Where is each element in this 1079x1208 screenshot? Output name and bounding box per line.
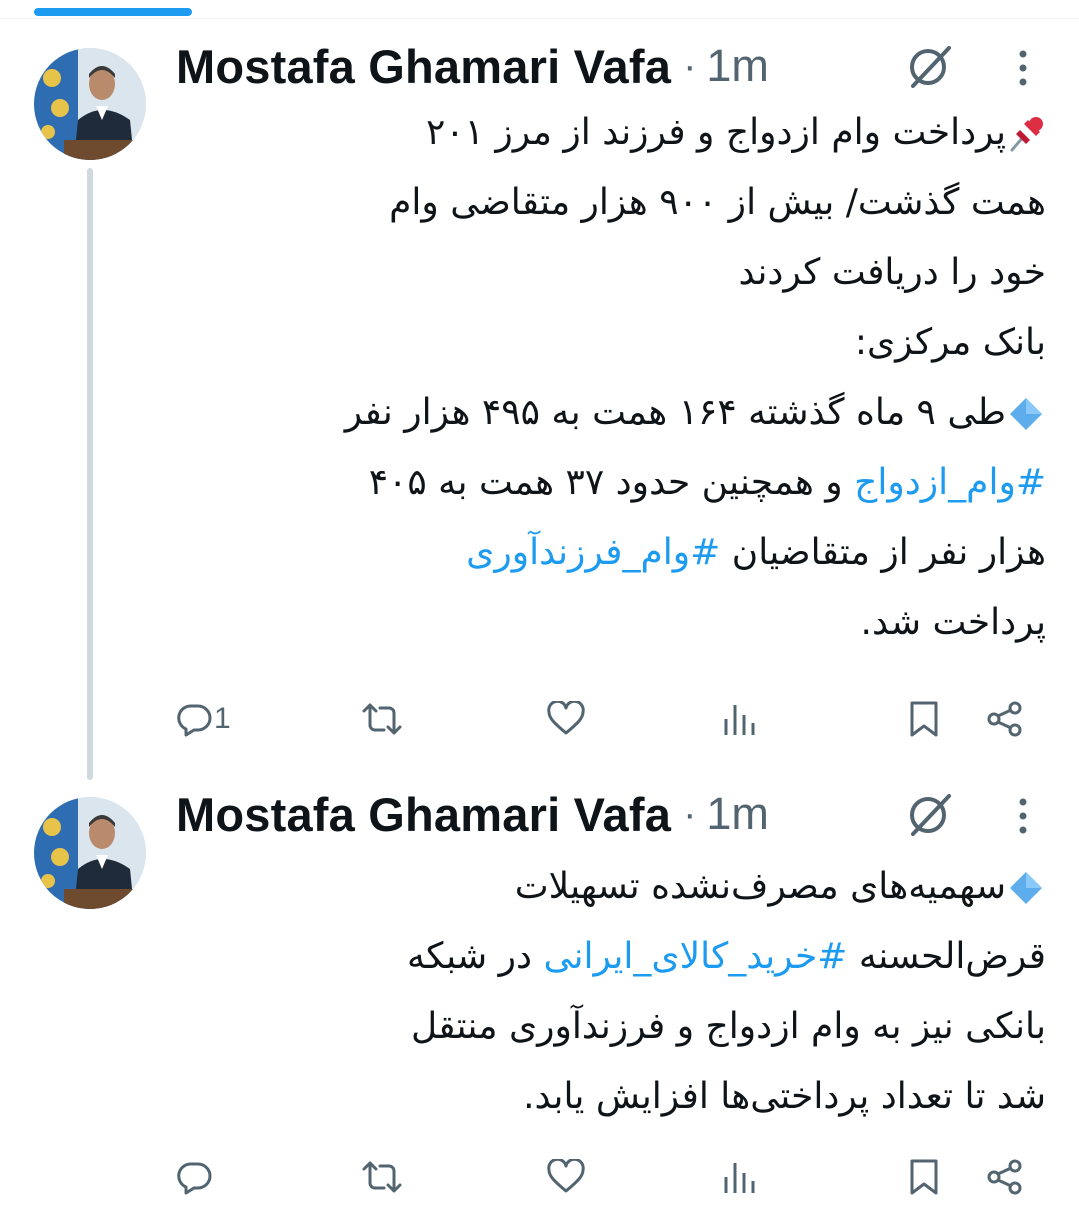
reply-icon [177, 704, 212, 737]
tweet-line: همت گذشت/ بیش از ۹۰۰ هزار متقاضی وام [389, 182, 1046, 223]
tweet-actions: 1 [176, 694, 1046, 744]
share-button[interactable] [986, 694, 1024, 744]
grok-icon[interactable] [905, 42, 955, 92]
tweet-line: شد تا تعداد پرداختی‌ها افزایش یابد. [523, 1076, 1046, 1117]
reply-icon [177, 1162, 212, 1195]
hashtag-link[interactable]: #خرید_کالای_ایرانی [544, 936, 848, 977]
tweet-line: خود را دریافت کردند [738, 252, 1046, 293]
tweet-header: Mostafa Ghamari Vafa · 1m [176, 36, 769, 96]
tweet-line: بانک مرکزی: [854, 322, 1046, 363]
more-icon[interactable] [1012, 46, 1034, 90]
tweet-text: سهمیه‌های مصرف‌نشده تسهیلات قرض‌الحسنه #… [176, 852, 1046, 1132]
retweet-button[interactable] [360, 1152, 404, 1202]
like-button[interactable] [546, 694, 586, 744]
blue-diamond-emoji [1010, 872, 1042, 904]
tweet-line: بانکی نیز به وام ازدواج و فرزندآوری منتق… [411, 1006, 1046, 1047]
tweet-line: هزار نفر از متقاضیان #وام_فرزندآوری [466, 532, 1046, 573]
retweet-button[interactable] [360, 694, 404, 744]
bookmark-button[interactable] [908, 694, 940, 744]
timestamp[interactable]: 1m [706, 788, 769, 840]
like-button[interactable] [546, 1152, 586, 1202]
active-tab-indicator [34, 8, 192, 16]
tweet-line: سهمیه‌های مصرف‌نشده تسهیلات [176, 852, 1046, 922]
bookmark-icon [910, 1159, 938, 1195]
views-button[interactable] [722, 694, 758, 744]
like-icon [547, 701, 585, 735]
share-icon [987, 1159, 1022, 1195]
tweet-actions [176, 1152, 1046, 1202]
separator-dot: · [683, 43, 697, 88]
avatar[interactable] [34, 797, 146, 909]
views-icon [724, 705, 755, 735]
tweet-line: پرداخت شد. [860, 602, 1046, 643]
share-icon [987, 701, 1022, 737]
reply-button[interactable]: 1 [176, 694, 231, 744]
separator-dot: · [683, 791, 697, 836]
bookmark-icon [910, 701, 938, 737]
avatar[interactable] [34, 48, 146, 160]
top-divider [0, 18, 1079, 19]
timestamp[interactable]: 1m [706, 40, 769, 92]
tweet-line: قرض‌الحسنه #خرید_کالای_ایرانی در شبکه [406, 936, 1046, 977]
views-icon [724, 1163, 755, 1193]
bookmark-button[interactable] [908, 1152, 940, 1202]
like-icon [547, 1159, 585, 1193]
tweet-text: پرداخت وام ازدواج و فرزند از مرز ۲۰۱ همت… [176, 98, 1046, 658]
hashtag-link[interactable]: #وام_فرزندآوری [466, 532, 720, 573]
hashtag-link[interactable]: #وام_ازدواج [854, 462, 1046, 503]
tweet-line: #وام_ازدواج و همچنین حدود ۳۷ همت به ۴۰۵ [368, 462, 1046, 503]
author-name[interactable]: Mostafa Ghamari Vafa [176, 787, 671, 842]
blue-diamond-emoji [1010, 398, 1042, 430]
author-name[interactable]: Mostafa Ghamari Vafa [176, 39, 671, 94]
reply-button[interactable] [176, 1152, 214, 1202]
retweet-icon [362, 1161, 402, 1193]
more-icon[interactable] [1012, 794, 1034, 838]
pushpin-emoji [1010, 117, 1043, 152]
thread-connector-line [87, 168, 93, 780]
grok-icon[interactable] [905, 790, 955, 840]
tweet-header: Mostafa Ghamari Vafa · 1m [176, 784, 769, 844]
tweet-line: طی ۹ ماه گذشته ۱۶۴ همت به ۴۹۵ هزار نفر [176, 378, 1046, 448]
reply-count: 1 [214, 702, 231, 735]
share-button[interactable] [986, 1152, 1024, 1202]
avatar-image [34, 797, 146, 909]
retweet-icon [362, 703, 402, 735]
avatar-image [34, 48, 146, 160]
tweet-line: پرداخت وام ازدواج و فرزند از مرز ۲۰۱ [176, 98, 1046, 168]
views-button[interactable] [722, 1152, 758, 1202]
